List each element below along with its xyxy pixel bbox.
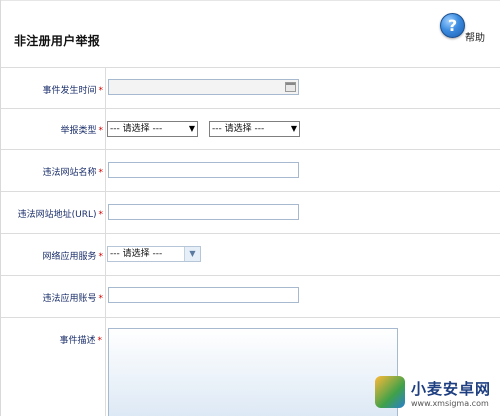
required-mark: * (97, 336, 103, 346)
app-account-label: 违法应用账号 * (42, 294, 104, 304)
help-icon[interactable]: ? (440, 13, 465, 38)
event-time-input[interactable] (108, 79, 299, 95)
row-site-name: 违法网站名称 * (1, 150, 500, 192)
help-button[interactable]: ? 帮助 (440, 13, 500, 45)
site-url-label: 违法网站地址(URL) * (17, 210, 104, 220)
report-type-select-primary-value: --- 请选择 --- (110, 124, 163, 134)
calendar-icon[interactable] (285, 82, 296, 92)
report-form-page: 非注册用户举报 ? 帮助 事件发生时间 * 举报类型 * --- 请选择 --- ▼… (0, 0, 500, 416)
required-mark: * (98, 210, 104, 220)
report-type-label: 举报类型 * (60, 126, 104, 136)
page-title: 非注册用户举报 (14, 34, 101, 48)
event-time-label: 事件发生时间 * (42, 86, 104, 96)
row-report-type: 举报类型 * --- 请选择 --- ▼ --- 请选择 --- ▼ (1, 109, 500, 150)
row-app-account: 违法应用账号 * (1, 276, 500, 318)
site-watermark: 小麦安卓网 www.xmsigma.com (371, 370, 500, 416)
row-app-service: 网络应用服务 * --- 请选择 --- ▼ (1, 234, 500, 276)
app-service-select-value: --- 请选择 --- (110, 249, 163, 259)
required-mark: * (98, 252, 104, 262)
row-site-url: 违法网站地址(URL) * (1, 192, 500, 234)
watermark-url: www.xmsigma.com (411, 399, 489, 408)
report-type-select-primary[interactable]: --- 请选择 --- ▼ (107, 121, 198, 137)
report-type-select-secondary[interactable]: --- 请选择 --- ▼ (209, 121, 300, 137)
chevron-down-icon[interactable]: ▼ (184, 247, 200, 261)
watermark-title: 小麦安卓网 (411, 380, 492, 398)
site-name-label: 违法网站名称 * (42, 168, 104, 178)
description-textarea[interactable] (108, 328, 398, 416)
required-mark: * (98, 86, 104, 96)
site-name-input[interactable] (108, 162, 299, 178)
chevron-down-icon: ▼ (188, 124, 195, 133)
help-label[interactable]: 帮助 (465, 29, 485, 44)
watermark-logo-icon (375, 376, 405, 408)
required-mark: * (98, 168, 104, 178)
chevron-down-icon: ▼ (290, 124, 297, 133)
page-header: 非注册用户举报 ? 帮助 (1, 0, 500, 68)
app-service-select[interactable]: --- 请选择 --- ▼ (107, 246, 201, 262)
required-mark: * (98, 126, 104, 136)
required-mark: * (98, 294, 104, 304)
row-event-time: 事件发生时间 * (1, 68, 500, 109)
site-url-input[interactable] (108, 204, 299, 220)
description-label: 事件描述 * (59, 336, 103, 346)
app-account-input[interactable] (108, 287, 299, 303)
report-type-select-secondary-value: --- 请选择 --- (212, 124, 265, 134)
app-service-label: 网络应用服务 * (42, 252, 104, 262)
